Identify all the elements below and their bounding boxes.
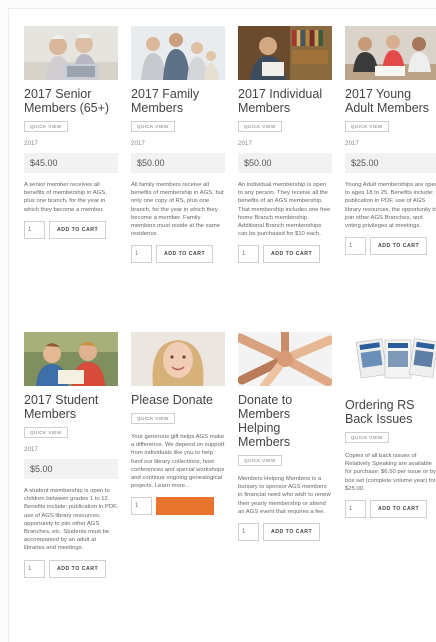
- quantity-input[interactable]: 1: [24, 220, 45, 239]
- add-to-cart-button[interactable]: ADD TO CART: [156, 245, 214, 264]
- cart-row: 1 ADD TO CART: [238, 523, 332, 542]
- product-year: 2017: [345, 140, 359, 147]
- add-to-cart-button[interactable]: ADD TO CART: [49, 220, 107, 239]
- hands-together-photo[interactable]: [238, 332, 332, 386]
- product-description: An individual membership is open to any …: [238, 182, 331, 238]
- quick-view-button[interactable]: QUICK VIEW: [131, 413, 175, 424]
- quick-view-button[interactable]: QUICK VIEW: [238, 121, 282, 132]
- product-description: Young Adult memberships are open to ages…: [345, 182, 436, 230]
- product-card-student: 2017 Student Members QUICK VIEW 2017 $5.…: [24, 332, 118, 578]
- quick-view-button[interactable]: QUICK VIEW: [345, 121, 389, 132]
- product-title[interactable]: 2017 Family Members: [131, 87, 225, 115]
- product-title[interactable]: 2017 Individual Members: [238, 87, 332, 115]
- quantity-input[interactable]: 1: [131, 497, 152, 516]
- two-boys-reading-photo[interactable]: [24, 332, 118, 386]
- product-year: 2017: [24, 446, 38, 453]
- donate-button[interactable]: ADD TO CART: [156, 497, 214, 516]
- product-year: 2017: [131, 140, 145, 147]
- family-photo[interactable]: [131, 26, 225, 80]
- product-description: Members Helping Members is a bursary to …: [238, 476, 331, 515]
- product-card-senior: 2017 Senior Members (65+) QUICK VIEW 201…: [24, 26, 118, 239]
- young-adults-studying-photo[interactable]: [345, 26, 436, 80]
- senior-couple-laptop-photo[interactable]: [24, 26, 118, 80]
- product-card-members-helping: Donate to Members Helping Members QUICK …: [238, 332, 332, 542]
- product-title[interactable]: Donate to Members Helping Members: [238, 393, 332, 449]
- quick-view-button[interactable]: QUICK VIEW: [24, 121, 68, 132]
- product-card-young-adult: 2017 Young Adult Members QUICK VIEW 2017…: [345, 26, 436, 256]
- product-year: 2017: [24, 140, 38, 147]
- product-card-individual: 2017 Individual Members QUICK VIEW 2017 …: [238, 26, 332, 264]
- add-to-cart-button[interactable]: ADD TO CART: [263, 523, 321, 542]
- magazine-issues-photo[interactable]: [345, 332, 436, 386]
- product-price: $45.00: [24, 153, 118, 173]
- quantity-input[interactable]: 1: [238, 245, 259, 264]
- quantity-input[interactable]: 1: [238, 523, 259, 542]
- man-reading-library-photo[interactable]: [238, 26, 332, 80]
- quantity-input[interactable]: 1: [131, 245, 152, 264]
- product-card-family: 2017 Family Members QUICK VIEW 2017 $50.…: [131, 26, 225, 264]
- add-to-cart-button[interactable]: ADD TO CART: [370, 500, 428, 519]
- quick-view-button[interactable]: QUICK VIEW: [238, 455, 282, 466]
- product-description: A student membership is open to children…: [24, 488, 118, 552]
- quantity-input[interactable]: 1: [345, 237, 366, 256]
- product-year: 2017: [238, 140, 252, 147]
- cart-row: 1 ADD TO CART: [24, 559, 118, 578]
- quantity-input[interactable]: 1: [24, 559, 45, 578]
- cart-row: 1 ADD TO CART: [131, 245, 225, 264]
- quantity-input[interactable]: 1: [345, 500, 366, 519]
- product-description: Your generous gift helps AGS make a diff…: [131, 434, 225, 490]
- quick-view-button[interactable]: QUICK VIEW: [24, 427, 68, 438]
- product-description: A senior member receives all benefits of…: [24, 182, 107, 213]
- cart-row: 1 ADD TO CART: [24, 220, 118, 239]
- cart-row: 1 ADD TO CART: [131, 497, 225, 516]
- add-to-cart-button[interactable]: ADD TO CART: [49, 559, 107, 578]
- product-title[interactable]: 2017 Student Members: [24, 393, 118, 421]
- product-card-back-issues: Ordering RS Back Issues QUICK VIEW Copie…: [345, 332, 436, 519]
- product-title[interactable]: 2017 Senior Members (65+): [24, 87, 118, 115]
- product-description: All family members receive all benefits …: [131, 182, 224, 238]
- product-title[interactable]: 2017 Young Adult Members: [345, 87, 436, 115]
- product-price: $50.00: [238, 153, 332, 173]
- product-price: $50.00: [131, 153, 225, 173]
- quick-view-button[interactable]: QUICK VIEW: [345, 432, 389, 443]
- add-to-cart-button[interactable]: ADD TO CART: [370, 237, 428, 256]
- cart-row: 1 ADD TO CART: [345, 500, 436, 519]
- product-title[interactable]: Please Donate: [131, 393, 225, 407]
- girl-smiling-photo[interactable]: [131, 332, 225, 386]
- cart-row: 1 ADD TO CART: [345, 237, 436, 256]
- add-to-cart-button[interactable]: ADD TO CART: [263, 245, 321, 264]
- product-price: $25.00: [345, 153, 436, 173]
- quick-view-button[interactable]: QUICK VIEW: [131, 121, 175, 132]
- product-description: Copies of all back issues of Relatively …: [345, 453, 436, 492]
- product-card-donate: Please Donate QUICK VIEW Your generous g…: [131, 332, 225, 516]
- product-title[interactable]: Ordering RS Back Issues: [345, 398, 436, 426]
- product-price: $5.00: [24, 459, 118, 479]
- cart-row: 1 ADD TO CART: [238, 245, 332, 264]
